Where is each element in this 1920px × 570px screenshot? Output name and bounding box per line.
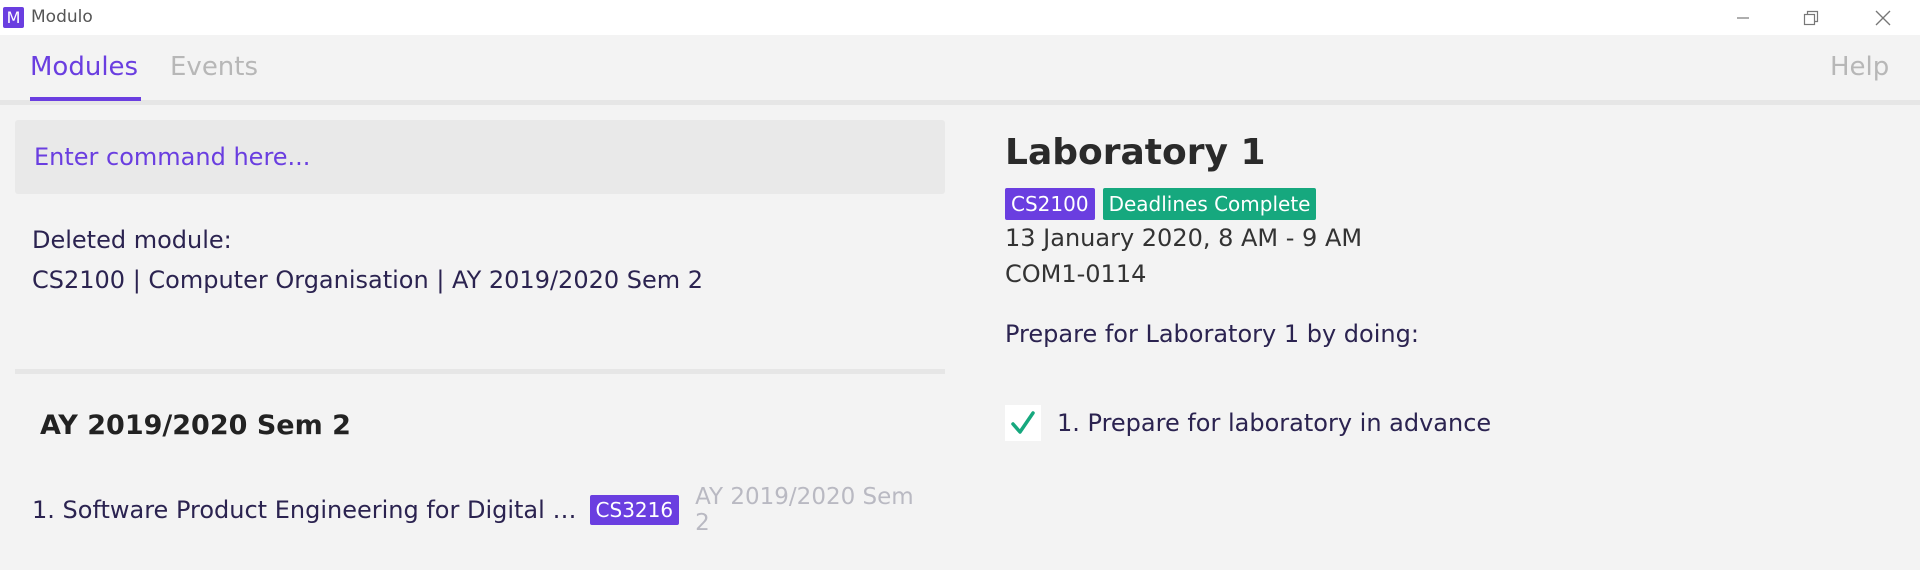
divider [15,369,945,374]
command-box [15,120,945,194]
event-title: Laboratory 1 [1005,132,1266,173]
minimize-icon [1737,16,1749,19]
semester-heading: AY 2019/2020 Sem 2 [40,410,351,441]
module-code-badge: CS2100 [1005,188,1095,220]
status-badge: Deadlines Complete [1102,188,1317,220]
event-datetime: 13 January 2020, 8 AM - 9 AM [1005,224,1363,252]
tab-modules[interactable]: Modules [30,52,138,82]
deadlines-label: Prepare for Laboratory 1 by doing: [1005,320,1419,348]
module-name: 1. Software Product Engineering for Digi… [32,496,584,524]
title-bar: M Modulo [0,0,1920,35]
event-badges: CS2100 Deadlines Complete [1005,188,1324,220]
tab-bar: Modules Events Help [0,35,1920,105]
deadline-checkbox[interactable] [1005,405,1041,441]
module-semester: AY 2019/2020 Sem 2 [695,484,914,536]
app-logo-icon: M [3,7,24,28]
close-icon [1875,10,1891,25]
module-code-badge: CS3216 [589,495,680,525]
restore-icon [1803,10,1819,25]
deadline-text: 1. Prepare for laboratory in advance [1057,409,1492,437]
minimize-button[interactable] [1720,0,1766,35]
result-display: Deleted module: CS2100 | Computer Organi… [32,220,703,300]
help-link[interactable]: Help [1830,52,1889,82]
deadline-item: 1. Prepare for laboratory in advance [1005,405,1491,441]
result-line-1: Deleted module: [32,226,232,254]
close-button[interactable] [1860,0,1906,35]
check-icon [1011,411,1035,434]
list-item[interactable]: 1. Software Product Engineering for Digi… [32,484,932,536]
command-input[interactable] [32,140,912,174]
active-tab-indicator [30,97,141,101]
window-title: Modulo [31,7,93,27]
result-line-2: CS2100 | Computer Organisation | AY 2019… [32,266,704,294]
restore-button[interactable] [1788,0,1834,35]
event-location: COM1-0114 [1005,260,1147,288]
tab-events[interactable]: Events [170,52,258,82]
